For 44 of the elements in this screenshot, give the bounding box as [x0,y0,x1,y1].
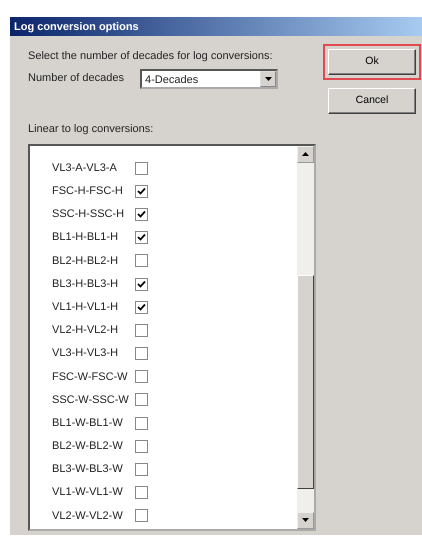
decades-dropdown[interactable]: 4-Decades [140,68,278,88]
scroll-up-icon[interactable] [302,152,309,156]
conversion-checkbox[interactable] [135,509,148,522]
conversion-checkbox[interactable] [135,254,148,268]
conversion-checkbox[interactable] [135,440,148,453]
conversion-checkbox[interactable] [135,208,148,221]
conversion-checkbox[interactable] [135,184,148,198]
conversion-label: VL2-H-VL2-H [52,323,120,338]
conversion-label: SSC-H-SSC-H [52,207,126,222]
conversion-label: VL3-A-VL3-A [52,160,118,176]
conversion-label: VL3-H-VL3-H [52,346,120,362]
conversion-checkbox[interactable] [135,486,148,500]
conversion-label: BL1-H-BL1-H [52,230,120,246]
dropdown-arrow-icon [264,76,272,80]
conversion-label: BL3-H-BL3-H [52,276,120,292]
conversion-checkbox[interactable] [135,231,148,244]
conversion-checkbox[interactable] [135,370,148,384]
conversion-label: VL1-W-VL1-W [52,485,124,500]
scroll-down-icon[interactable] [302,518,309,522]
conversion-label: FSC-H-FSC-H [52,184,124,200]
conversion-label: BL1-W-BL1-W [52,416,124,431]
dialog-button[interactable]: Ok [328,49,416,75]
conversion-checkbox[interactable] [135,324,148,337]
conversion-label: FSC-W-FSC-W [52,370,129,385]
conversion-checkbox[interactable] [135,416,148,430]
conversion-label: BL2-H-BL2-H [52,254,120,269]
conversion-label: VL2-W-VL2-W [52,508,124,524]
scrollbar[interactable] [297,146,314,528]
decades-prompt: Select the number of decades for log conversions: [28,49,274,64]
conversion-checkbox[interactable] [135,162,148,175]
conversion-label: BL3-W-BL3-W [52,462,124,478]
conversion-checkbox[interactable] [135,300,148,314]
conversion-label: BL2-W-BL2-W [52,439,124,454]
window-title: Log conversion options [10,17,422,36]
conversion-checkbox[interactable] [135,463,148,476]
conversions-label: Linear to log conversions: [28,122,154,137]
scroll-thumb[interactable] [297,274,314,488]
conversion-label: SSC-W-SSC-W [52,392,130,408]
conversion-label: VL1-H-VL1-H [52,300,120,315]
dialog-button[interactable]: Cancel [328,88,416,114]
conversion-checkbox[interactable] [135,347,148,360]
conversion-checkbox[interactable] [135,278,148,291]
conversion-checkbox[interactable] [135,393,148,406]
decades-label: Number of decades [28,71,125,86]
